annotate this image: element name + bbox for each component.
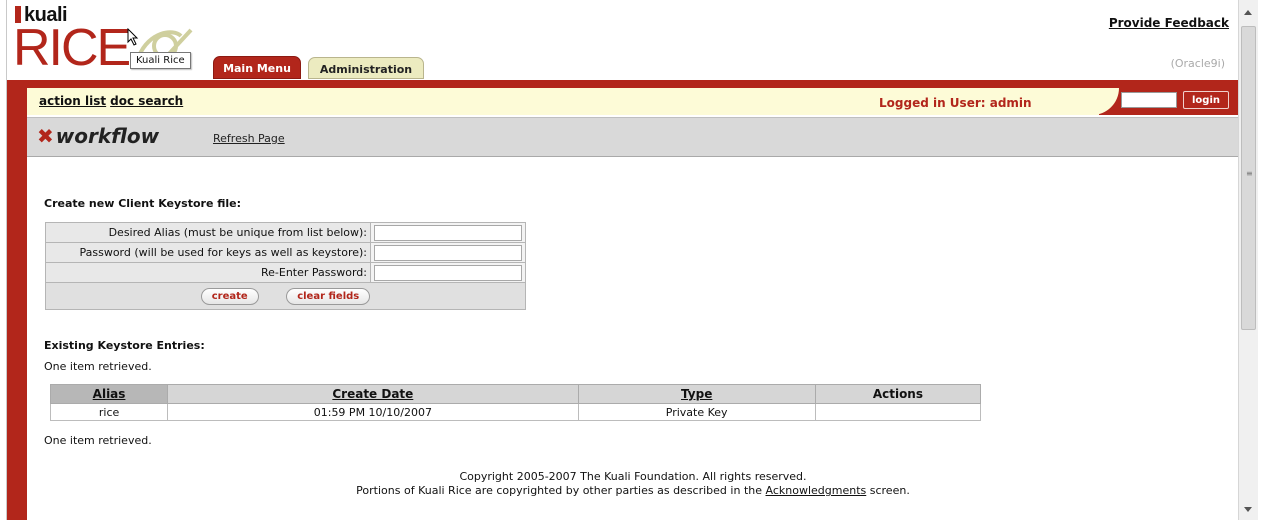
cell-create-date: 01:59 PM 10/10/2007 — [167, 403, 579, 421]
scroll-up-icon[interactable] — [1244, 10, 1252, 15]
cell-type: Private Key — [577, 403, 816, 421]
rice-logo[interactable]: RICE — [13, 18, 131, 78]
scroll-thumb[interactable]: ≡ — [1241, 26, 1256, 330]
table-row: rice 01:59 PM 10/10/2007 Private Key — [49, 403, 982, 421]
login-button[interactable]: login — [1183, 91, 1229, 109]
acknowledgments-line: Portions of Kuali Rice are copyrighted b… — [356, 484, 910, 497]
logged-in-user: Logged in User: admin — [879, 96, 1032, 110]
workflow-bar: ✖ workflow Refresh Page — [27, 117, 1239, 157]
vertical-scrollbar[interactable]: ≡ — [1238, 0, 1258, 520]
reenter-password-input[interactable] — [374, 264, 522, 281]
database-label: (Oracle9i) — [1170, 57, 1225, 70]
column-alias[interactable]: Alias — [49, 384, 169, 404]
main-content: Create new Client Keystore file: Desired… — [27, 158, 1239, 520]
existing-entries-heading: Existing Keystore Entries: — [44, 339, 205, 352]
table-header-row: Alias Create Date Type Actions — [49, 384, 982, 404]
nav-links: action list doc search — [39, 94, 187, 108]
workflow-logo: ✖ workflow — [37, 124, 160, 148]
scroll-down-icon[interactable] — [1244, 507, 1252, 512]
login-input[interactable] — [1121, 92, 1177, 108]
password-input[interactable] — [374, 244, 522, 261]
keystore-table: Alias Create Date Type Actions rice 01:5… — [49, 384, 982, 421]
nav-bar: action list doc search Logged in User: ad… — [27, 88, 1239, 115]
reenter-password-label: Re-Enter Password: — [45, 262, 371, 283]
provide-feedback-link[interactable]: Provide Feedback — [1109, 16, 1229, 30]
acknowledgments-link[interactable]: Acknowledgments — [766, 484, 867, 497]
column-type[interactable]: Type — [577, 384, 816, 404]
mouse-pointer-icon — [127, 28, 139, 46]
create-keystore-heading: Create new Client Keystore file: — [44, 197, 242, 210]
cell-actions — [814, 403, 982, 421]
left-accent-bar — [7, 88, 27, 520]
create-keystore-form: Desired Alias (must be unique from list … — [45, 222, 526, 310]
header-divider — [7, 80, 1239, 88]
doc-search-link[interactable]: doc search — [110, 94, 183, 108]
cell-alias: rice — [49, 403, 169, 421]
create-button[interactable]: create — [200, 287, 259, 305]
tab-administration[interactable]: Administration — [308, 57, 424, 79]
alias-input[interactable] — [374, 224, 522, 241]
tab-main-menu[interactable]: Main Menu — [213, 56, 301, 79]
header: kuali RICE Kuali Rice Main Menu Administ… — [7, 0, 1239, 82]
grip-icon: ≡ — [1246, 169, 1253, 178]
footer: Copyright 2005-2007 The Kuali Foundation… — [27, 470, 1239, 498]
copyright-text: Copyright 2005-2007 The Kuali Foundation… — [459, 470, 807, 483]
password-label: Password (will be used for keys as well … — [45, 242, 371, 263]
browser-frame: kuali RICE Kuali Rice Main Menu Administ… — [6, 0, 1239, 520]
retrieved-count-bottom: One item retrieved. — [44, 434, 152, 447]
logo-tooltip: Kuali Rice — [130, 52, 191, 69]
column-actions: Actions — [814, 384, 982, 404]
action-list-link[interactable]: action list — [39, 94, 106, 108]
retrieved-count-top: One item retrieved. — [44, 360, 152, 373]
clear-fields-button[interactable]: clear fields — [286, 287, 371, 305]
workflow-star-icon: ✖ — [37, 124, 54, 148]
column-create-date[interactable]: Create Date — [167, 384, 579, 404]
refresh-page-link[interactable]: Refresh Page — [213, 132, 285, 145]
alias-label: Desired Alias (must be unique from list … — [45, 222, 371, 243]
